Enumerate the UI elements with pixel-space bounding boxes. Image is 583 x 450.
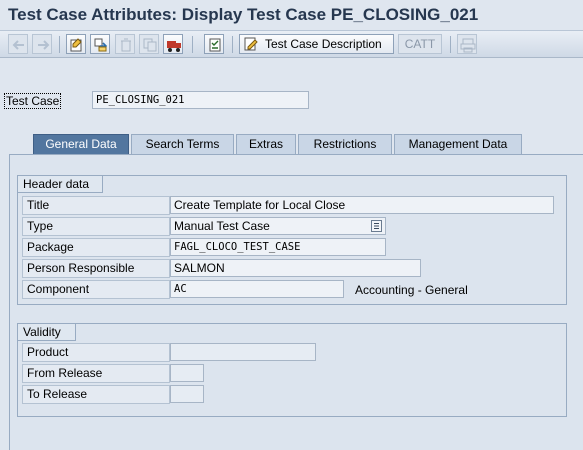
tab-management-data[interactable]: Management Data — [394, 134, 522, 154]
delete-icon[interactable] — [115, 34, 135, 54]
component-description: Accounting - General — [355, 283, 468, 297]
toolbar-separator — [232, 36, 233, 53]
test-case-description-button[interactable]: Test Case Description — [239, 34, 394, 54]
validity-title: Validity — [18, 324, 76, 341]
title-bar: Test Case Attributes: Display Test Case … — [0, 0, 583, 30]
tab-extras[interactable]: Extras — [236, 134, 296, 154]
type-value: Manual Test Case — [174, 219, 270, 233]
component-field[interactable]: AC — [170, 280, 344, 298]
person-responsible-label: Person Responsible — [22, 259, 170, 278]
window-title: Test Case Attributes: Display Test Case … — [8, 5, 479, 24]
catt-button[interactable]: CATT — [398, 34, 442, 54]
toolbar-separator — [59, 36, 60, 53]
package-field[interactable]: FAGL_CLOCO_TEST_CASE — [170, 238, 386, 256]
title-field[interactable]: Create Template for Local Close — [170, 196, 554, 214]
product-label: Product — [22, 343, 170, 362]
dropdown-list-icon[interactable] — [371, 220, 382, 234]
test-case-description-label: Test Case Description — [265, 37, 382, 51]
application-toolbar: Test Case Description CATT — [0, 30, 583, 58]
back-arrow-icon[interactable] — [8, 34, 28, 54]
tab-restrictions[interactable]: Restrictions — [298, 134, 392, 154]
to-release-field[interactable] — [170, 385, 204, 403]
test-case-label: Test Case — [4, 93, 62, 109]
component-label: Component — [22, 280, 170, 299]
toolbar-separator — [450, 36, 451, 53]
type-dropdown[interactable]: Manual Test Case — [170, 217, 386, 235]
from-release-field[interactable] — [170, 364, 204, 382]
checklist-icon[interactable] — [204, 34, 224, 54]
transport-icon[interactable] — [163, 34, 183, 54]
test-case-field[interactable]: PE_CLOSING_021 — [92, 91, 309, 109]
package-label: Package — [22, 238, 170, 257]
type-label: Type — [22, 217, 170, 236]
display-change-icon[interactable] — [66, 34, 86, 54]
forward-arrow-icon[interactable] — [32, 34, 52, 54]
toolbar-separator — [192, 36, 193, 53]
from-release-label: From Release — [22, 364, 170, 383]
title-label: Title — [22, 196, 170, 215]
print-icon[interactable] — [457, 34, 477, 54]
product-field[interactable] — [170, 343, 316, 361]
header-data-title: Header data — [18, 176, 103, 193]
edit-document-icon — [243, 36, 259, 57]
person-responsible-field[interactable]: SALMON — [170, 259, 421, 277]
tab-general-data[interactable]: General Data — [33, 134, 129, 154]
to-release-label: To Release — [22, 385, 170, 404]
tab-search-terms[interactable]: Search Terms — [131, 134, 234, 154]
other-object-icon[interactable] — [90, 34, 110, 54]
copy-icon[interactable] — [139, 34, 159, 54]
